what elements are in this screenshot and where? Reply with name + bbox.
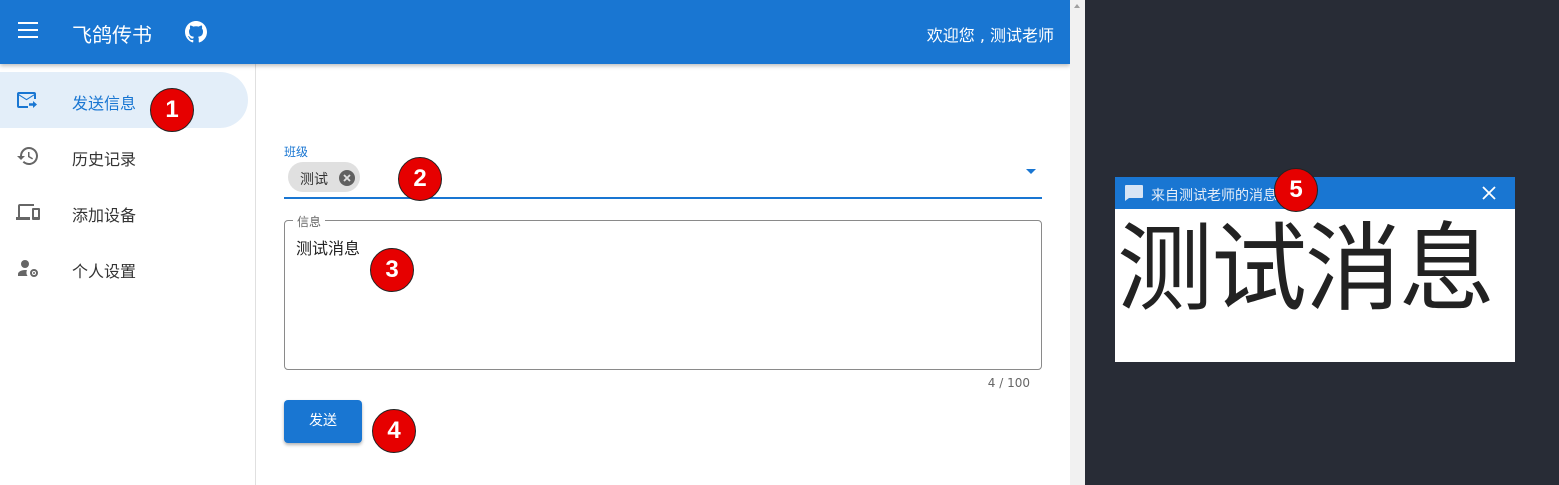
character-counter: 4 / 100 [987,376,1030,390]
app-bar: 飞鸽传书 欢迎您 , 测试老师 [0,0,1070,64]
chat-icon [1125,185,1143,201]
send-mail-icon [17,92,37,108]
history-icon [17,147,38,165]
app-window: 飞鸽传书 欢迎您 , 测试老师 发送信息 历史记录 添加设备 个人设置 班级 测… [0,0,1070,485]
sidebar: 发送信息 历史记录 添加设备 个人设置 [0,64,256,485]
dropdown-arrow-icon[interactable] [1026,169,1036,174]
chip-remove-icon[interactable] [339,170,355,186]
notification-popup: 来自测试老师的消息 测试消息 [1115,177,1515,362]
message-field[interactable]: 信息 测试消息 [284,213,1042,370]
notification-body: 测试消息 [1117,213,1495,325]
message-field-label: 信息 [293,213,326,230]
close-icon[interactable] [1481,185,1497,201]
class-chip[interactable]: 测试 [288,162,360,192]
callout-badge: 1 [150,88,194,132]
app-title: 飞鸽传书 [72,23,152,47]
person-settings-icon [18,260,38,277]
scroll-thumb[interactable] [1073,18,1082,478]
callout-badge: 4 [372,409,416,453]
menu-icon[interactable] [18,22,38,38]
callout-badge: 3 [370,248,414,292]
sidebar-item-label: 个人设置 [72,262,137,281]
send-button[interactable]: 发送 [284,400,362,443]
scrollbar[interactable] [1070,0,1085,485]
sidebar-item-add-device[interactable]: 添加设备 [0,184,248,240]
sidebar-item-send-message[interactable]: 发送信息 [0,72,248,128]
welcome-text: 欢迎您 , 测试老师 [926,26,1054,45]
github-icon[interactable] [185,21,207,43]
sidebar-item-label: 添加设备 [72,206,137,225]
sidebar-item-personal-settings[interactable]: 个人设置 [0,240,248,296]
notification-title: 来自测试老师的消息 [1151,188,1277,204]
callout-badge: 2 [398,157,442,201]
scroll-up-arrow-icon[interactable] [1074,4,1080,8]
sidebar-item-history[interactable]: 历史记录 [0,128,248,184]
class-chip-label: 测试 [300,172,328,188]
sidebar-item-label: 历史记录 [72,150,137,169]
sidebar-item-label: 发送信息 [72,94,137,113]
devices-icon [16,204,40,220]
callout-badge: 5 [1274,168,1318,212]
